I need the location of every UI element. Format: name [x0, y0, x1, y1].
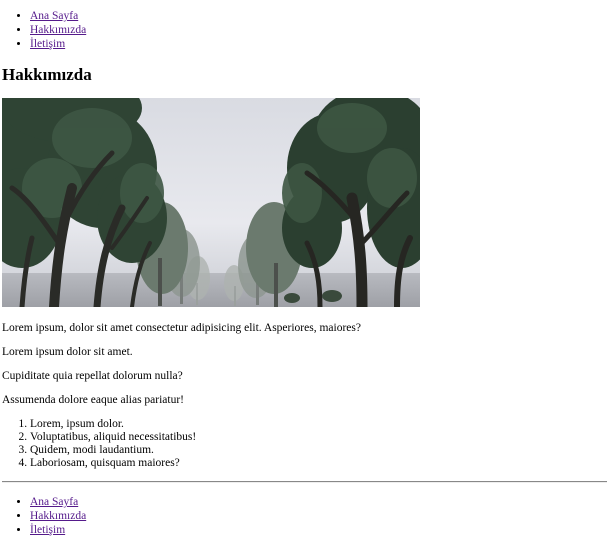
footer-link-contact[interactable]: İletişim [30, 524, 65, 536]
hero-image [2, 98, 420, 307]
footer-nav: Ana Sayfa Hakkımızda İletişim [2, 495, 86, 537]
footer: Ana Sayfa Hakkımızda İletişim [2, 486, 86, 537]
page-title: Hakkımızda [2, 65, 92, 84]
list-item: Lorem, ipsum dolor. [30, 418, 196, 431]
list-item: Quidem, modi laudantium. [30, 444, 196, 457]
footer-link-about[interactable]: Hakkımızda [30, 510, 86, 522]
nav-link-about[interactable]: Hakkımızda [30, 24, 86, 36]
nav-item-home: Ana Sayfa [30, 9, 607, 23]
footer-nav-item-contact: İletişim [30, 523, 86, 537]
ordered-list: Lorem, ipsum dolor. Voluptatibus, aliqui… [2, 418, 196, 470]
footer-nav-item-about: Hakkımızda [30, 509, 86, 523]
paragraph-3: Cupiditate quia repellat dolorum nulla? [2, 370, 183, 382]
nav-item-about: Hakkımızda [30, 23, 607, 37]
paragraph-2: Lorem ipsum dolor sit amet. [2, 346, 133, 358]
list-item: Laboriosam, quisquam maiores? [30, 457, 196, 470]
footer-link-home[interactable]: Ana Sayfa [30, 496, 78, 508]
nav-link-home[interactable]: Ana Sayfa [30, 10, 78, 22]
paragraph-1: Lorem ipsum, dolor sit amet consectetur … [2, 322, 361, 334]
nav-link-contact[interactable]: İletişim [30, 38, 65, 50]
footer-nav-item-home: Ana Sayfa [30, 495, 86, 509]
footer-divider [2, 481, 607, 483]
paragraph-4: Assumenda dolore eaque alias pariatur! [2, 394, 185, 406]
nav-item-contact: İletişim [30, 37, 607, 51]
list-item: Voluptatibus, aliquid necessitatibus! [30, 431, 196, 444]
page: Ana Sayfa Hakkımızda İletişim Hakkımızda [2, 0, 607, 536]
header-nav: Ana Sayfa Hakkımızda İletişim [2, 9, 607, 51]
